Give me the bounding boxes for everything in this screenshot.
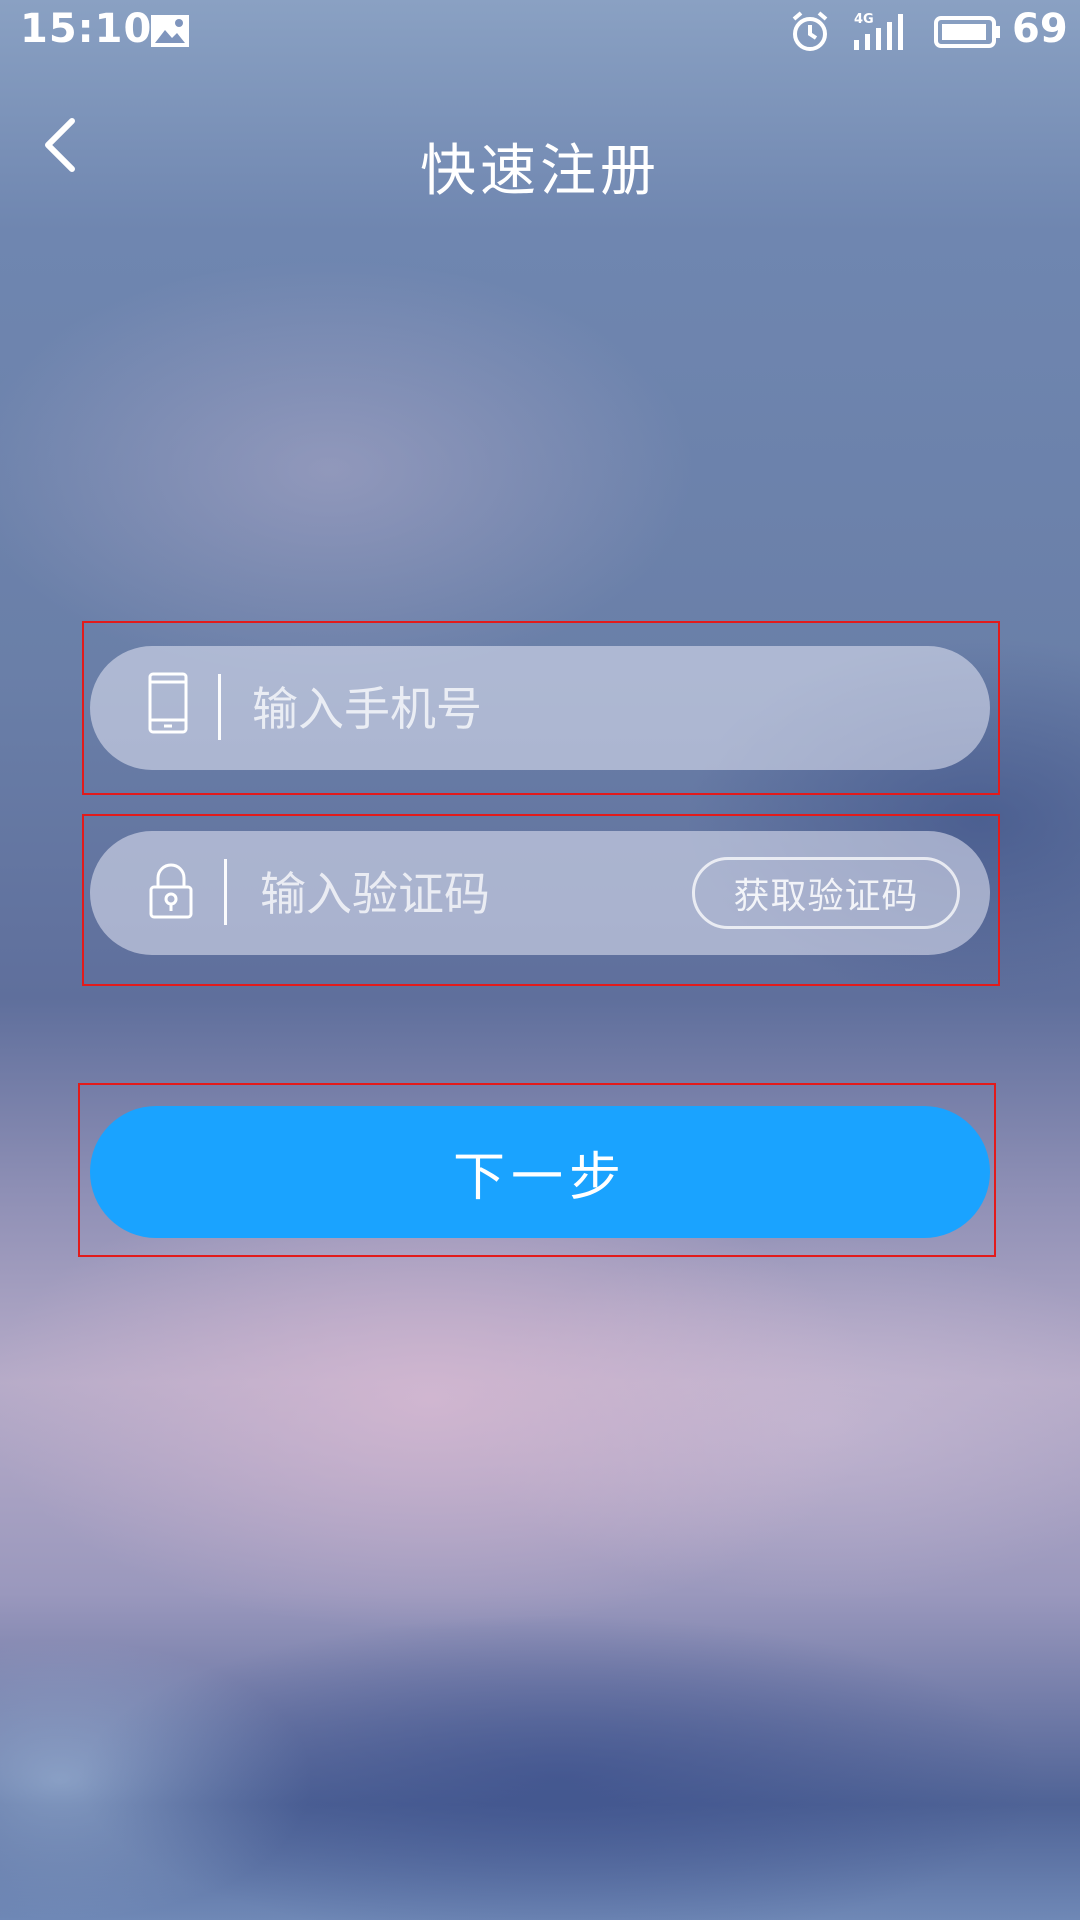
next-button[interactable]: 下一步 [90,1106,990,1238]
image-icon [150,14,190,52]
code-field[interactable]: 获取验证码 [90,831,990,957]
page-title: 快速注册 [420,139,660,204]
phone-field[interactable] [90,646,990,772]
status-time: 15:10 [20,6,153,52]
screen: 15:10 4G 69 快速注册 输入手机号 输入验证码 获取验证码 下一步 [0,0,1080,1920]
battery-icon [932,14,1002,54]
code-input[interactable] [258,831,682,957]
get-code-button[interactable]: 获取验证码 [692,857,960,929]
alarm-icon [788,10,832,58]
lock-icon [148,863,194,923]
signal-icon: 4G [850,10,912,58]
battery-level: 69 [1012,6,1068,52]
phone-input[interactable] [250,646,954,772]
network-type-label: 4G [854,12,874,27]
code-field-divider [224,859,227,925]
phone-icon [148,672,188,738]
status-bar: 15:10 4G 69 [0,0,1080,64]
phone-field-divider [218,674,221,740]
